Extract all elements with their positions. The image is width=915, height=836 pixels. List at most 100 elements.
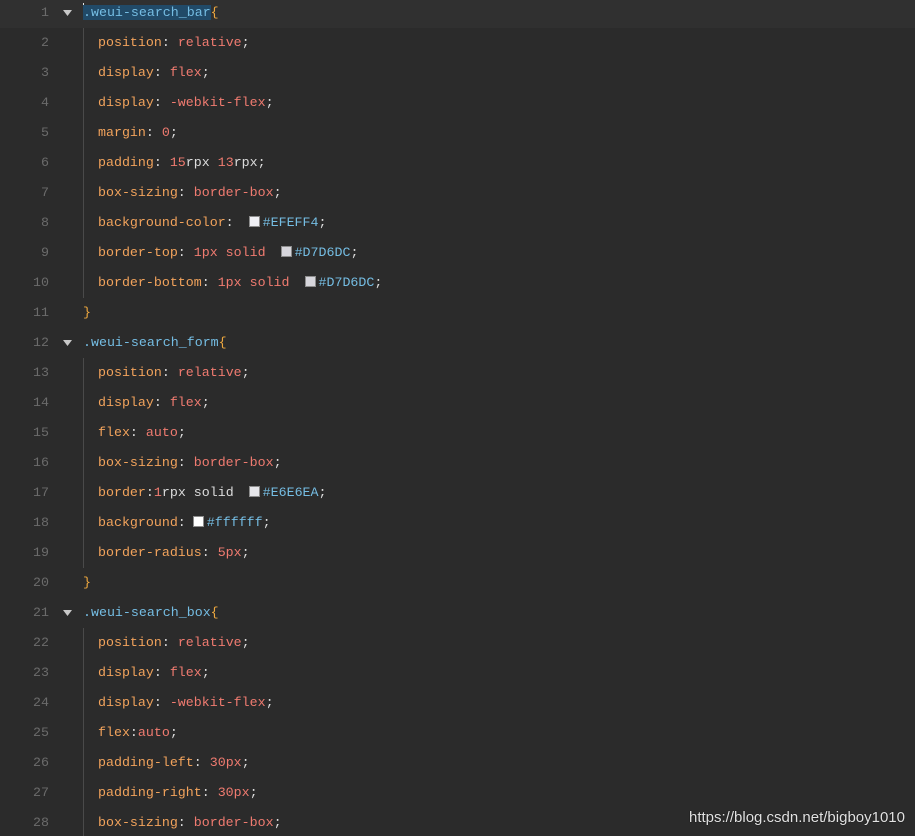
color-swatch[interactable] [280, 246, 292, 257]
punctuation-token: ; [177, 425, 186, 440]
code-line[interactable]: 26 padding-left: 30px; [0, 748, 915, 778]
code-text: box-sizing: border-box; [83, 178, 282, 208]
punctuation-token: : [201, 545, 218, 560]
color-swatch[interactable] [304, 276, 316, 287]
property-name-token: display [98, 95, 154, 110]
line-number: 4 [41, 95, 49, 110]
code-line[interactable]: 27 padding-right: 30px; [0, 778, 915, 808]
punctuation-token: ; [201, 665, 210, 680]
line-number: 2 [41, 35, 49, 50]
code-text: position: relative; [83, 28, 250, 58]
punctuation-token: : [161, 365, 178, 380]
number-token: 1 [153, 485, 162, 500]
line-number: 25 [33, 725, 49, 740]
brace-token: { [210, 605, 219, 620]
code-line[interactable]: 23 display: flex; [0, 658, 915, 688]
code-line[interactable]: 14 display: flex; [0, 388, 915, 418]
line-number: 16 [33, 455, 49, 470]
property-name-token: display [98, 65, 154, 80]
punctuation-token: : [177, 185, 194, 200]
value-token: 0 [161, 125, 170, 140]
code-text: border:1rpx solid #E6E6EA; [83, 478, 327, 508]
color-swatch[interactable] [192, 516, 204, 527]
code-line[interactable]: 7 box-sizing: border-box; [0, 178, 915, 208]
code-line[interactable]: 4 display: -webkit-flex; [0, 88, 915, 118]
code-line[interactable]: 2 position: relative; [0, 28, 915, 58]
code-text: display: flex; [83, 58, 210, 88]
code-line[interactable]: 12 .weui-search_form{ [0, 328, 915, 358]
punctuation-token: ; [265, 95, 274, 110]
value-token: 30px [217, 785, 250, 800]
line-number: 20 [33, 575, 49, 590]
code-line[interactable]: 22 position: relative; [0, 628, 915, 658]
editor-lines[interactable]: 1 .weui-search_bar{2 position: relative; 3 d… [0, 0, 915, 836]
code-line[interactable]: 24 display: -webkit-flex; [0, 688, 915, 718]
punctuation-token: : [177, 515, 186, 530]
code-line[interactable]: 19 border-radius: 5px; [0, 538, 915, 568]
punctuation-token: : [161, 35, 178, 50]
code-line[interactable]: 6 padding: 15rpx 13rpx; [0, 148, 915, 178]
code-line[interactable]: 8 background-color: #EFEFF4; [0, 208, 915, 238]
line-number: 18 [33, 515, 49, 530]
code-line[interactable]: 5 margin: 0; [0, 118, 915, 148]
punctuation-token: : [153, 395, 170, 410]
line-number: 19 [33, 545, 49, 560]
value-token: -webkit-flex [169, 695, 266, 710]
code-line[interactable]: 18 background: #ffffff; [0, 508, 915, 538]
punctuation-token: ; [374, 275, 383, 290]
code-text: display: flex; [83, 658, 210, 688]
line-number: 6 [41, 155, 49, 170]
line-number: 5 [41, 125, 49, 140]
code-text: display: -webkit-flex; [83, 688, 274, 718]
punctuation-token: ; [201, 65, 210, 80]
value-token: relative [177, 365, 242, 380]
code-line[interactable]: 25 flex:auto; [0, 718, 915, 748]
punctuation-token: ; [273, 185, 282, 200]
selector-token: .weui-search_bar [83, 5, 211, 20]
code-line[interactable]: 10 border-bottom: 1px solid #D7D6DC; [0, 268, 915, 298]
value-token: flex [169, 395, 202, 410]
fold-arrow-icon[interactable] [63, 340, 72, 346]
code-text: margin: 0; [83, 118, 178, 148]
punctuation-token: : [153, 65, 170, 80]
fold-arrow-icon[interactable] [63, 10, 72, 16]
punctuation-token: : [177, 245, 194, 260]
code-text: border-bottom: 1px solid #D7D6DC; [83, 268, 382, 298]
code-text: flex: auto; [83, 418, 186, 448]
value-token: relative [177, 35, 242, 50]
code-line[interactable]: 20} [0, 568, 915, 598]
code-line[interactable]: 3 display: flex; [0, 58, 915, 88]
code-text: .weui-search_bar{ [83, 0, 219, 28]
property-name-token: box-sizing [98, 455, 178, 470]
line-number: 1 [41, 5, 49, 20]
code-line[interactable]: 15 flex: auto; [0, 418, 915, 448]
punctuation-token: : [225, 215, 242, 230]
color-swatch[interactable] [248, 216, 260, 227]
line-number: 7 [41, 185, 49, 200]
property-name-token: border [98, 485, 146, 500]
fold-arrow-icon[interactable] [63, 610, 72, 616]
brace-token: } [83, 575, 91, 590]
code-line[interactable]: 9 border-top: 1px solid #D7D6DC; [0, 238, 915, 268]
text-token: rpx solid [161, 485, 242, 500]
punctuation-token: : [129, 425, 146, 440]
punctuation-token: ; [169, 125, 178, 140]
code-line[interactable]: 17 border:1rpx solid #E6E6EA; [0, 478, 915, 508]
line-number: 8 [41, 215, 49, 230]
value-token: 5px [217, 545, 242, 560]
code-editor[interactable]: 1 .weui-search_bar{2 position: relative; 3 d… [0, 0, 915, 836]
punctuation-token: : [201, 785, 218, 800]
color-swatch[interactable] [248, 486, 260, 497]
punctuation-token: : [145, 125, 162, 140]
property-name-token: flex [98, 725, 130, 740]
code-line[interactable]: 13 position: relative; [0, 358, 915, 388]
code-line[interactable]: 11} [0, 298, 915, 328]
punctuation-token: : [129, 725, 138, 740]
code-line[interactable]: 21 .weui-search_box{ [0, 598, 915, 628]
punctuation-token: : [193, 755, 210, 770]
punctuation-token: ; [241, 35, 250, 50]
code-text: position: relative; [83, 358, 250, 388]
code-line[interactable]: 16 box-sizing: border-box; [0, 448, 915, 478]
code-line[interactable]: 1 .weui-search_bar{ [0, 0, 915, 28]
line-number: 28 [33, 815, 49, 830]
